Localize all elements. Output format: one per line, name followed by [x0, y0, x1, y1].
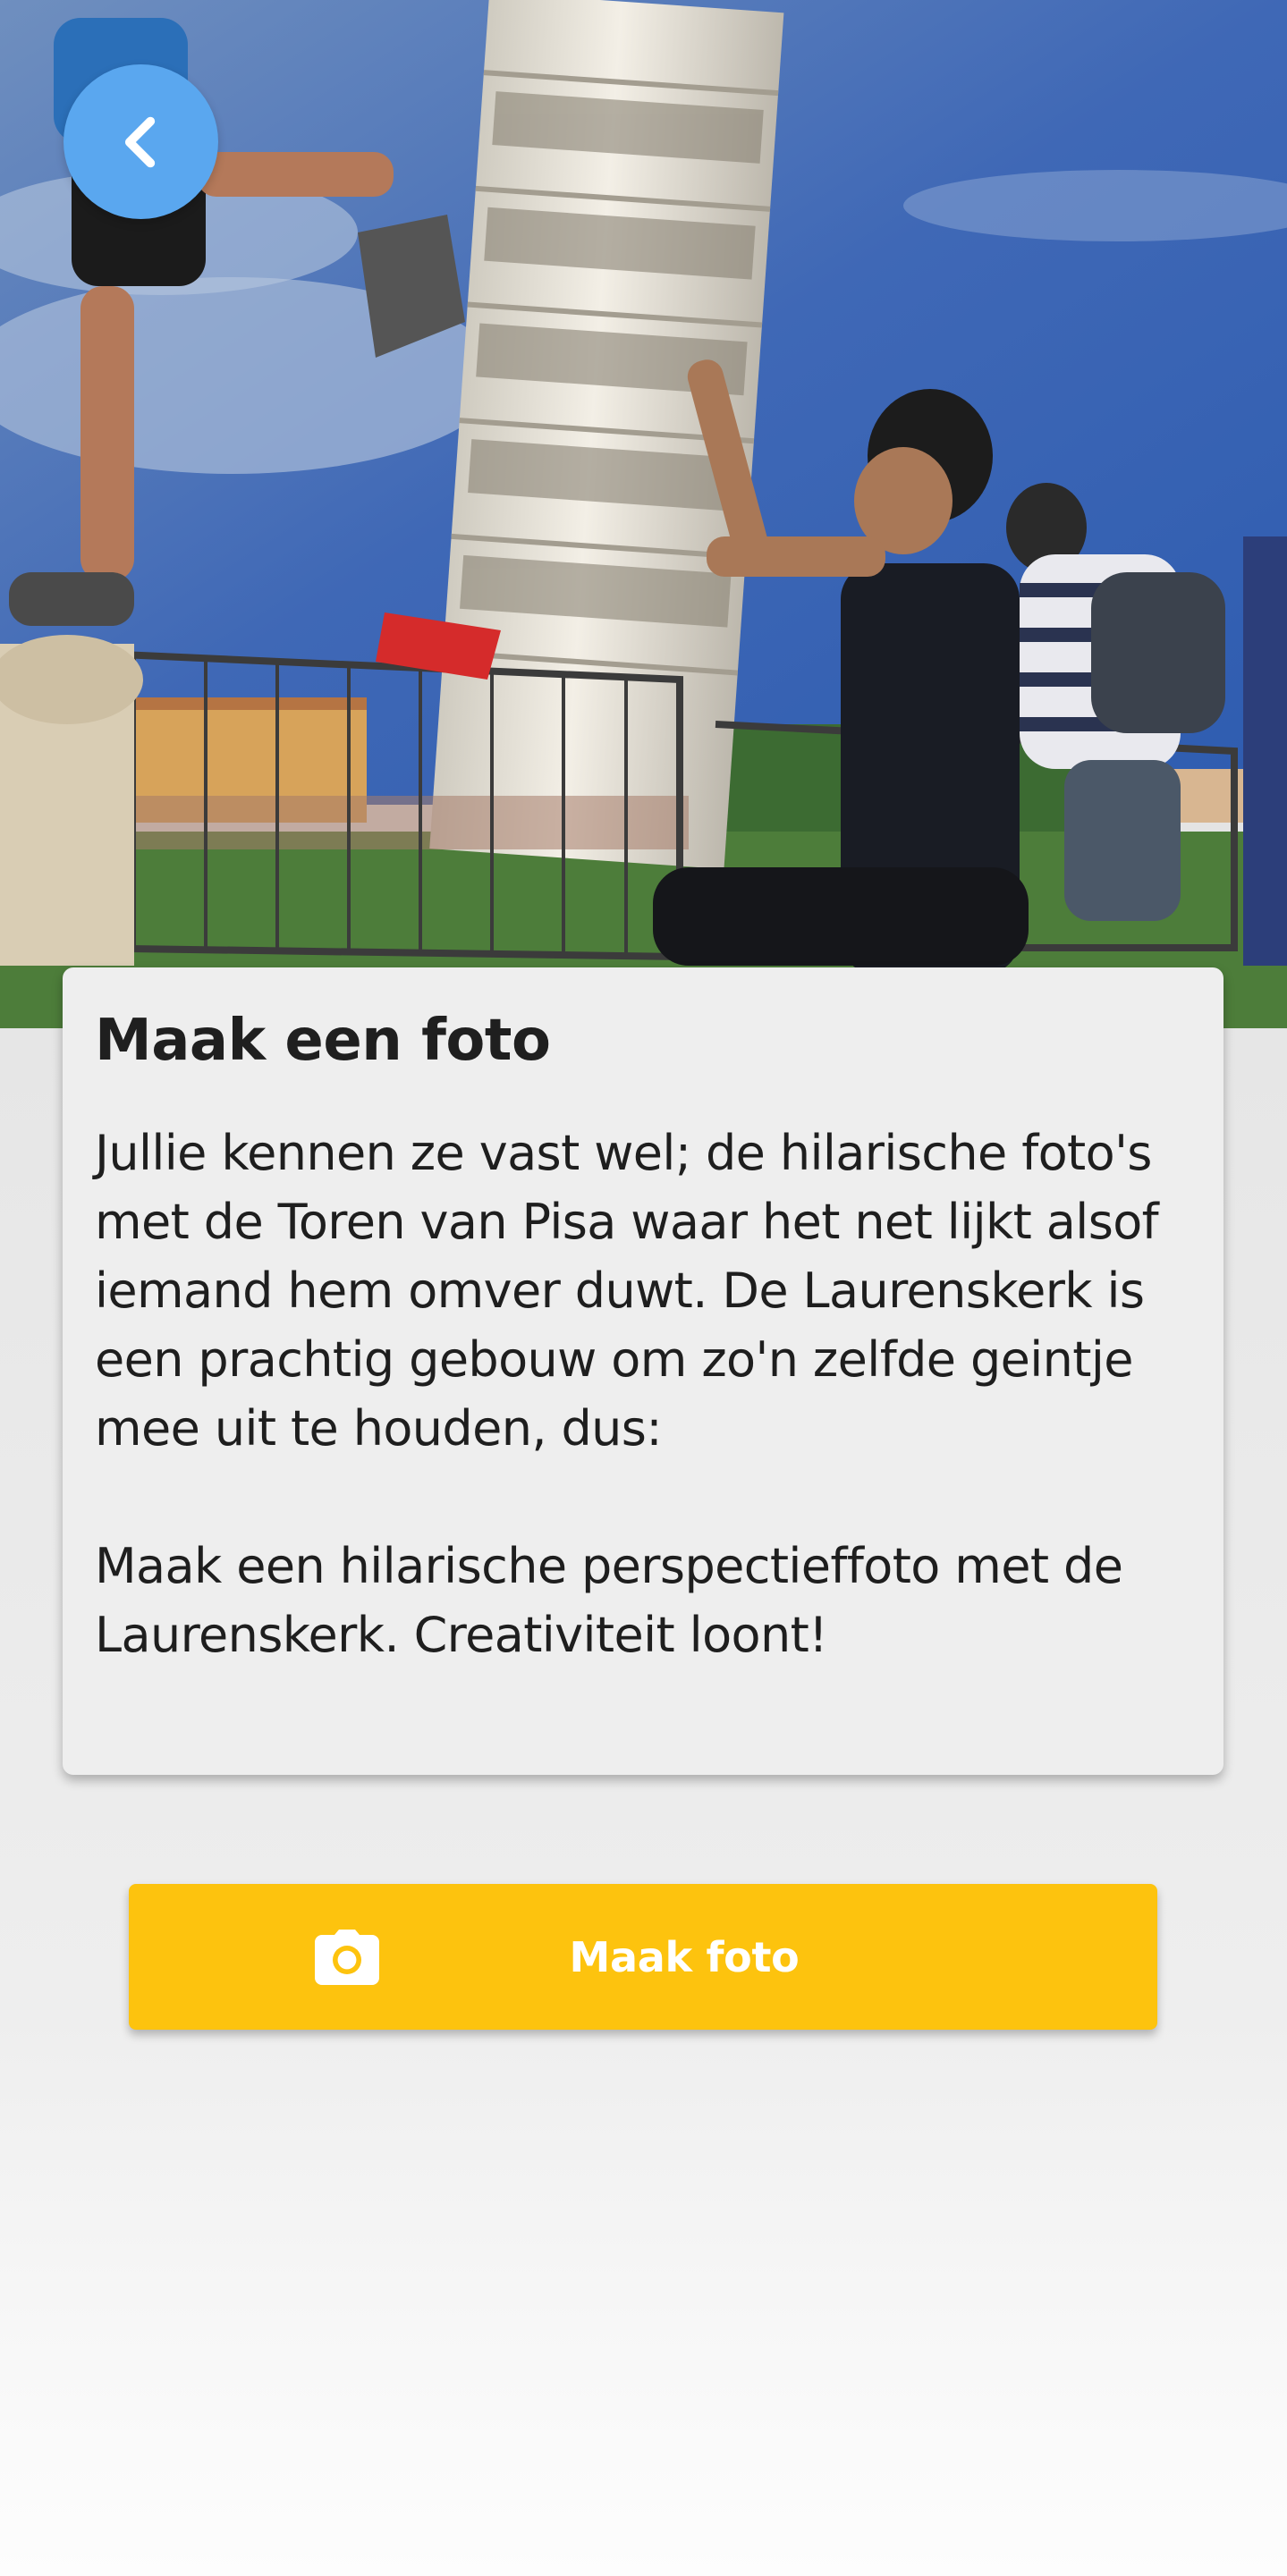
card-title: Maak een foto [95, 1008, 551, 1074]
back-button[interactable] [64, 64, 218, 219]
take-photo-label: Maak foto [569, 1932, 800, 1981]
card-paragraph-intro: Jullie kennen ze vast wel; de hilarische… [95, 1124, 1159, 1457]
chevron-left-icon [124, 116, 155, 167]
take-photo-button[interactable]: Maak foto [129, 1884, 1157, 2030]
header-photo [0, 0, 1287, 1028]
assignment-card: Maak een foto Jullie kennen ze vast wel;… [63, 967, 1223, 1775]
card-body: Jullie kennen ze vast wel; de hilarische… [95, 1119, 1191, 1669]
card-paragraph-task: Maak een hilarische perspectieffoto met … [95, 1537, 1123, 1663]
